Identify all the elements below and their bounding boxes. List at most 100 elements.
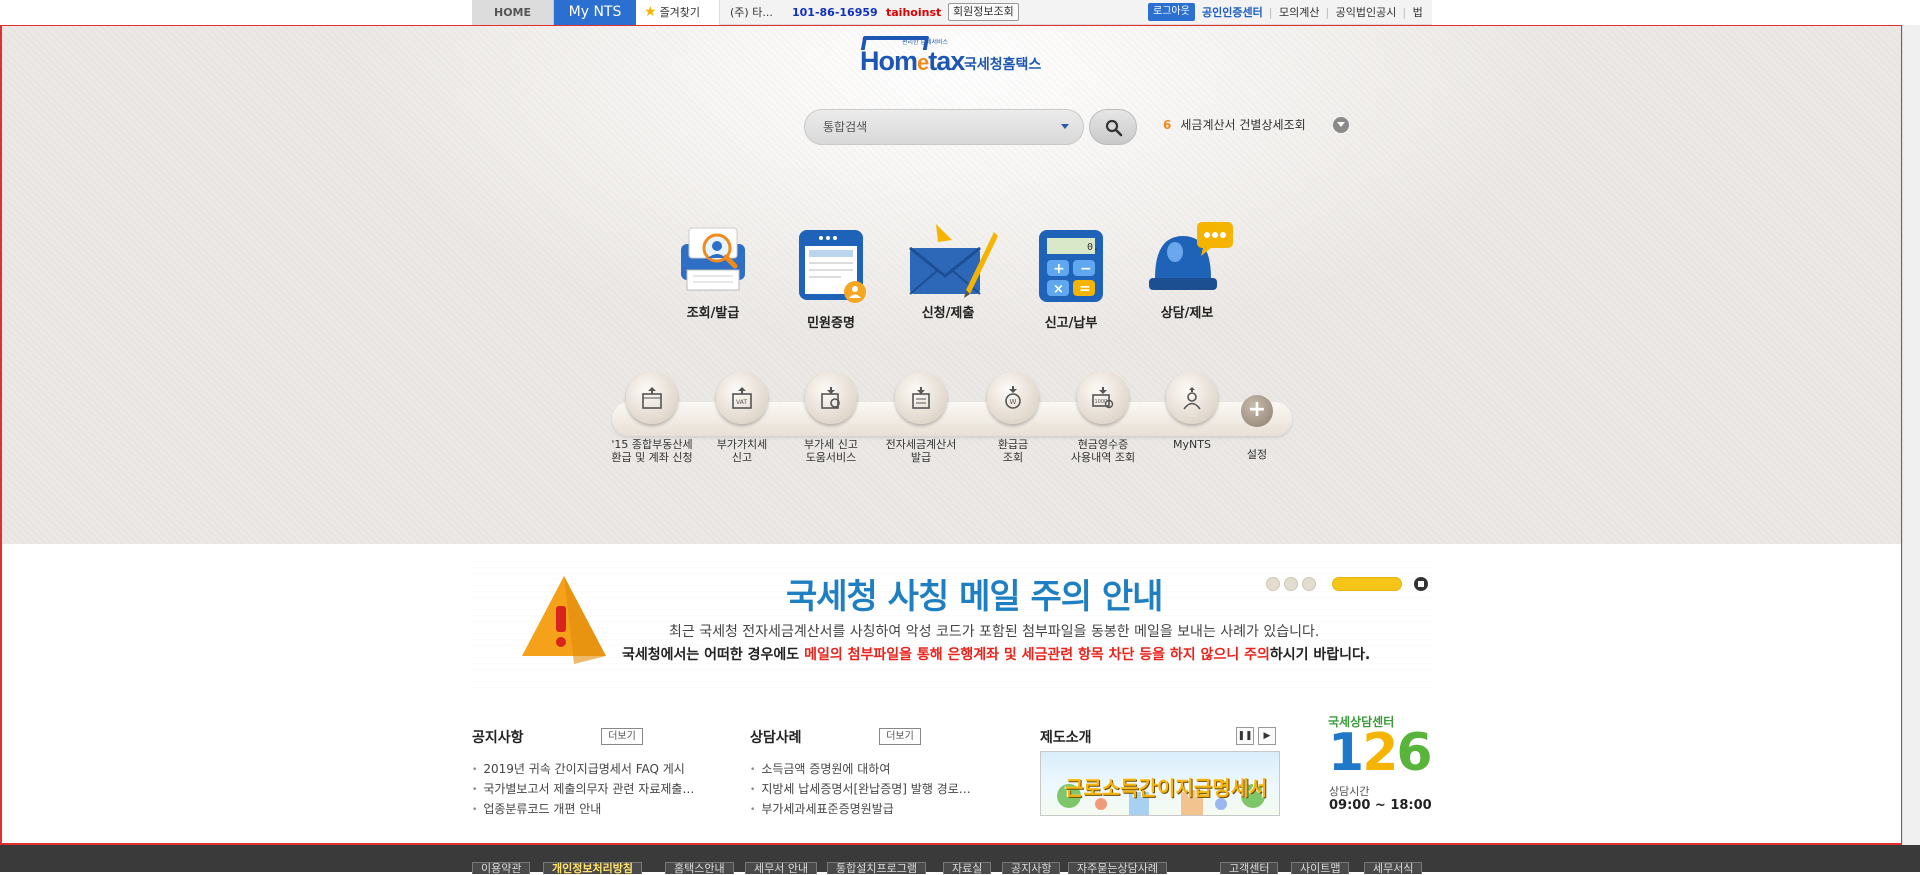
cert-center-link[interactable]: 공인인증센터	[1202, 6, 1263, 19]
quick-item-e-invoice[interactable]: 전자세금계산서 발급	[873, 372, 969, 464]
notices-list: 2019년 귀속 간이지급명세서 FAQ 게시 국가별보고서 제출의무자 관련 …	[472, 761, 694, 821]
footer-install[interactable]: 통합설치프로그램	[827, 862, 926, 875]
notice-title: 국세청 사칭 메일 주의 안내	[786, 577, 1163, 617]
vat-upload-icon: VAT	[732, 387, 752, 409]
logout-button[interactable]: 로그아웃	[1148, 3, 1195, 21]
search-select[interactable]: 통합검색	[804, 109, 1084, 145]
quick-item-vat-help[interactable]: 부가세 신고 도움서비스	[783, 372, 879, 464]
notices-title: 공지사항	[472, 730, 524, 746]
footer-sitemap[interactable]: 사이트맵	[1291, 862, 1350, 875]
quick-item-label: 현금영수증 사용내역 조회	[1070, 438, 1136, 464]
menu-label: 신고/납부	[1044, 316, 1098, 331]
won-search-download-icon	[821, 387, 840, 409]
call-center-hours-label: 상담시간	[1329, 785, 1370, 798]
notice-description: 최근 국세청 전자세금계산서를 사칭하여 악성 코드가 포함된 첨부파일을 동봉…	[669, 624, 1320, 640]
top-links: 공인인증센터| 모의계산| 공익법인공시| 법령정보	[1202, 0, 1432, 44]
search-icon	[1105, 119, 1123, 137]
quick-item-vat-report[interactable]: VAT 부가가치세 신고	[694, 372, 790, 464]
favorites-label: 즐겨찾기	[659, 6, 701, 19]
quick-item-label: 부가가치세 신고	[716, 438, 768, 464]
quick-item-label: '15 종합부동산세 환급 및 계좌 신청	[611, 438, 693, 464]
document-icon	[791, 228, 871, 308]
menu-apply-submit[interactable]: 신청/제출	[903, 218, 998, 321]
call-center-number: 126	[1328, 723, 1433, 783]
coin-download-icon: W	[1005, 386, 1021, 409]
quick-item-cash-receipt[interactable]: 1000 현금영수증 사용내역 조회	[1055, 372, 1151, 464]
svg-text:×: ×	[1053, 282, 1064, 297]
mock-calc-link[interactable]: 모의계산	[1279, 6, 1319, 19]
star-icon: ★	[644, 4, 657, 20]
list-item[interactable]: 부가세과세표준증명원발급	[750, 801, 971, 821]
svg-text:−: −	[1080, 261, 1092, 277]
quick-item-label: 환급금 조회	[997, 438, 1029, 464]
footer-library[interactable]: 자료실	[943, 862, 992, 875]
footer-hometax-guide[interactable]: 홈택스안내	[665, 862, 734, 875]
list-item[interactable]: 2019년 귀속 간이지급명세서 FAQ 게시	[472, 761, 694, 781]
ticker-rank: 6	[1163, 118, 1172, 132]
home-tab[interactable]: HOME	[472, 0, 554, 25]
footer-privacy[interactable]: 개인정보처리방침	[543, 862, 642, 875]
consult-title: 상담사례	[750, 730, 802, 746]
list-item[interactable]: 소득금액 증명원에 대하여	[750, 761, 971, 781]
footer-tax-forms[interactable]: 세무서식	[1364, 862, 1423, 875]
menu-certificate[interactable]: 민원증명	[786, 228, 876, 331]
quick-item-property-tax-refund[interactable]: '15 종합부동산세 환급 및 계좌 신청	[604, 372, 700, 464]
footer-faq[interactable]: 자주묻는상담사례	[1068, 862, 1167, 875]
caret-down-icon	[1061, 124, 1069, 129]
quick-item-label: 전자세금계산서 발급	[885, 438, 957, 464]
stop-icon[interactable]	[1414, 577, 1428, 591]
business-number: 101-86-16959	[792, 6, 878, 19]
call-center-hours: 09:00 ~ 18:00	[1329, 798, 1432, 813]
list-item[interactable]: 국가별보고서 제출의무자 관련 자료제출…	[472, 781, 694, 801]
svg-text:W: W	[1010, 398, 1017, 406]
system-title: 제도소개	[1040, 730, 1092, 746]
search-button[interactable]	[1089, 109, 1137, 145]
next-icon[interactable]: ▶	[1258, 727, 1276, 745]
footer-terms[interactable]: 이용약관	[472, 862, 531, 875]
pager-dot[interactable]	[1302, 577, 1316, 591]
top-bar: HOME My NTS ★ 즐겨찾기 (주) 타... 101-86-16959 …	[0, 0, 1920, 44]
top-bar-inner: HOME My NTS ★ 즐겨찾기 (주) 타... 101-86-16959 …	[472, 0, 1432, 44]
menu-report-pay[interactable]: 0. + − × = 신고/납부	[1026, 228, 1116, 331]
quick-item-label: 부가세 신고 도움서비스	[803, 438, 859, 464]
scrollbar[interactable]	[1902, 25, 1920, 845]
menu-inquiry-issue[interactable]: 조회/발급	[668, 218, 758, 321]
quick-item-refund[interactable]: W 환급금 조회	[965, 372, 1061, 464]
logo-tagline: 편리한 납세서비스	[902, 39, 949, 46]
pager-dot[interactable]	[1266, 577, 1280, 591]
quick-item-mynts[interactable]: MyNTS	[1144, 372, 1240, 451]
company-name: (주) 타...	[730, 6, 773, 19]
logo-name: 국세청홈택스	[964, 57, 1042, 73]
svg-text:0.: 0.	[1087, 242, 1099, 253]
popular-search-ticker[interactable]: 6 세금계산서 건별상세조회	[1163, 116, 1306, 134]
notices-more-button[interactable]: 더보기	[601, 728, 643, 745]
pause-icon[interactable]: ❚❚	[1236, 727, 1254, 745]
hometax-logo[interactable]: 편리한 납세서비스 Hometax 국세청홈택스	[860, 36, 1050, 86]
search-label: 통합검색	[823, 120, 868, 134]
menu-consult-report[interactable]: 상담/제보	[1142, 218, 1233, 321]
list-item[interactable]: 업종분류코드 개편 안내	[472, 801, 694, 821]
calculator-icon: 0. + − × =	[1031, 228, 1111, 308]
footer: 이용약관 개인정보처리방침 홈택스안내 세무서 안내 통합설치프로그램 자료실 …	[0, 845, 1920, 875]
footer-tax-office[interactable]: 세무서 안내	[745, 862, 818, 875]
footer-customer-center[interactable]: 고객센터	[1220, 862, 1279, 875]
pager-dot[interactable]	[1284, 577, 1298, 591]
footer-notice[interactable]: 공지사항	[1002, 862, 1061, 875]
menu-label: 민원증명	[807, 316, 855, 331]
plus-icon[interactable]: +	[1241, 395, 1273, 427]
notice-warning: 국세청에서는 어떠한 경우에도 메일의 첨부파일을 통해 은행계좌 및 세금관련…	[622, 647, 1371, 663]
svg-text:VAT: VAT	[736, 399, 747, 406]
mynts-tab[interactable]: My NTS	[554, 0, 636, 25]
consult-more-button[interactable]: 더보기	[879, 728, 921, 745]
public-corp-link[interactable]: 공익법인공시	[1336, 6, 1397, 19]
system-banner[interactable]: 근로소득간이지급명세서	[1040, 751, 1280, 816]
pager-dot-active[interactable]	[1332, 577, 1402, 591]
quick-settings-label[interactable]: 설정	[1240, 446, 1274, 462]
ticker-text: 세금계산서 건별상세조회	[1180, 118, 1306, 132]
list-item[interactable]: 지방세 납세증명서[완납증명] 발행 경로…	[750, 781, 970, 801]
member-info-button[interactable]: 회원정보조회	[948, 3, 1019, 21]
favorites-button[interactable]: ★ 즐겨찾기	[636, 0, 720, 25]
receipt-search-icon: 1000	[1092, 387, 1114, 409]
chevron-down-icon[interactable]	[1333, 117, 1349, 133]
invoice-download-icon	[912, 387, 930, 409]
